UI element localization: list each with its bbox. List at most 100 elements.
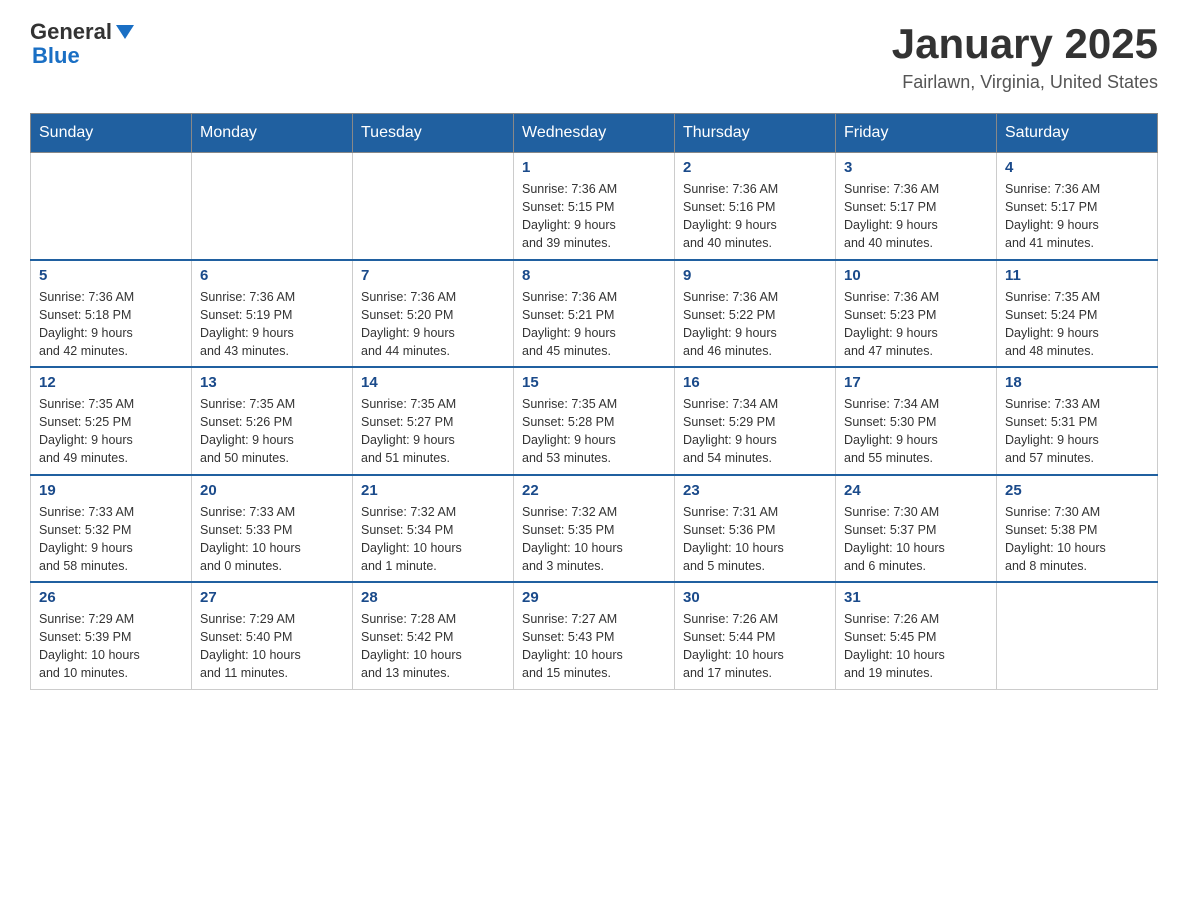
- day-number: 18: [1005, 374, 1149, 391]
- title-section: January 2025 Fairlawn, Virginia, United …: [892, 20, 1158, 93]
- calendar-cell: 2 Sunrise: 7:36 AM Sunset: 5:16 PM Daylig…: [675, 153, 836, 260]
- day-number: 3: [844, 159, 988, 176]
- day-number: 16: [683, 374, 827, 391]
- calendar-week-row: 5 Sunrise: 7:36 AM Sunset: 5:18 PM Daylig…: [31, 260, 1158, 368]
- calendar-cell: 14Sunrise: 7:35 AM Sunset: 5:27 PM Dayli…: [353, 367, 514, 475]
- day-info: Sunrise: 7:35 AM Sunset: 5:27 PM Dayligh…: [361, 395, 505, 468]
- day-number: 15: [522, 374, 666, 391]
- calendar-cell: 15 Sunrise: 7:35 AM Sunset: 5:28 PM Dayli…: [514, 367, 675, 475]
- day-number: 28: [361, 589, 505, 606]
- day-info: Sunrise: 7:29 AM Sunset: 5:39 PM Dayligh…: [39, 610, 183, 683]
- calendar-week-row: 19Sunrise: 7:33 AM Sunset: 5:32 PM Dayli…: [31, 475, 1158, 583]
- calendar-header-saturday: Saturday: [997, 114, 1158, 153]
- day-number: 2: [683, 159, 827, 176]
- calendar-week-row: 12 Sunrise: 7:35 AM Sunset: 5:25 PM Dayli…: [31, 367, 1158, 475]
- day-number: 11: [1005, 267, 1149, 284]
- calendar-cell: [192, 153, 353, 260]
- calendar-cell: 12 Sunrise: 7:35 AM Sunset: 5:25 PM Dayli…: [31, 367, 192, 475]
- day-info: Sunrise: 7:36 AM Sunset: 5:17 PM Dayligh…: [1005, 180, 1149, 253]
- day-number: 27: [200, 589, 344, 606]
- calendar-header-monday: Monday: [192, 114, 353, 153]
- day-info: Sunrise: 7:33 AM Sunset: 5:31 PM Dayligh…: [1005, 395, 1149, 468]
- day-info: Sunrise: 7:35 AM Sunset: 5:25 PM Dayligh…: [39, 395, 183, 468]
- day-info: Sunrise: 7:36 AM Sunset: 5:15 PM Dayligh…: [522, 180, 666, 253]
- calendar-cell: 17Sunrise: 7:34 AM Sunset: 5:30 PM Dayli…: [836, 367, 997, 475]
- calendar-cell: [353, 153, 514, 260]
- day-number: 21: [361, 482, 505, 499]
- day-number: 24: [844, 482, 988, 499]
- day-info: Sunrise: 7:36 AM Sunset: 5:17 PM Dayligh…: [844, 180, 988, 253]
- day-info: Sunrise: 7:28 AM Sunset: 5:42 PM Dayligh…: [361, 610, 505, 683]
- day-info: Sunrise: 7:36 AM Sunset: 5:21 PM Dayligh…: [522, 288, 666, 361]
- calendar-cell: 5 Sunrise: 7:36 AM Sunset: 5:18 PM Daylig…: [31, 260, 192, 368]
- day-info: Sunrise: 7:36 AM Sunset: 5:22 PM Dayligh…: [683, 288, 827, 361]
- calendar-cell: 3 Sunrise: 7:36 AM Sunset: 5:17 PM Daylig…: [836, 153, 997, 260]
- day-info: Sunrise: 7:26 AM Sunset: 5:45 PM Dayligh…: [844, 610, 988, 683]
- calendar-cell: 11Sunrise: 7:35 AM Sunset: 5:24 PM Dayli…: [997, 260, 1158, 368]
- calendar-cell: 23Sunrise: 7:31 AM Sunset: 5:36 PM Dayli…: [675, 475, 836, 583]
- calendar-header-tuesday: Tuesday: [353, 114, 514, 153]
- calendar-cell: [997, 582, 1158, 689]
- day-info: Sunrise: 7:35 AM Sunset: 5:28 PM Dayligh…: [522, 395, 666, 468]
- calendar-cell: 1 Sunrise: 7:36 AM Sunset: 5:15 PM Daylig…: [514, 153, 675, 260]
- day-number: 1: [522, 159, 666, 176]
- calendar-table: SundayMondayTuesdayWednesdayThursdayFrid…: [30, 113, 1158, 690]
- day-info: Sunrise: 7:35 AM Sunset: 5:26 PM Dayligh…: [200, 395, 344, 468]
- calendar-cell: 9 Sunrise: 7:36 AM Sunset: 5:22 PM Daylig…: [675, 260, 836, 368]
- calendar-header-friday: Friday: [836, 114, 997, 153]
- calendar-cell: 26 Sunrise: 7:29 AM Sunset: 5:39 PM Dayli…: [31, 582, 192, 689]
- calendar-cell: 16 Sunrise: 7:34 AM Sunset: 5:29 PM Dayli…: [675, 367, 836, 475]
- calendar-cell: 27 Sunrise: 7:29 AM Sunset: 5:40 PM Dayli…: [192, 582, 353, 689]
- day-info: Sunrise: 7:36 AM Sunset: 5:16 PM Dayligh…: [683, 180, 827, 253]
- day-info: Sunrise: 7:29 AM Sunset: 5:40 PM Dayligh…: [200, 610, 344, 683]
- day-number: 30: [683, 589, 827, 606]
- calendar-cell: 29 Sunrise: 7:27 AM Sunset: 5:43 PM Dayli…: [514, 582, 675, 689]
- calendar-header-row: SundayMondayTuesdayWednesdayThursdayFrid…: [31, 114, 1158, 153]
- day-info: Sunrise: 7:34 AM Sunset: 5:30 PM Dayligh…: [844, 395, 988, 468]
- calendar-cell: 24 Sunrise: 7:30 AM Sunset: 5:37 PM Dayli…: [836, 475, 997, 583]
- day-number: 12: [39, 374, 183, 391]
- day-info: Sunrise: 7:30 AM Sunset: 5:37 PM Dayligh…: [844, 503, 988, 576]
- day-info: Sunrise: 7:33 AM Sunset: 5:32 PM Dayligh…: [39, 503, 183, 576]
- day-info: Sunrise: 7:30 AM Sunset: 5:38 PM Dayligh…: [1005, 503, 1149, 576]
- day-info: Sunrise: 7:32 AM Sunset: 5:35 PM Dayligh…: [522, 503, 666, 576]
- day-number: 26: [39, 589, 183, 606]
- calendar-cell: 21 Sunrise: 7:32 AM Sunset: 5:34 PM Dayli…: [353, 475, 514, 583]
- day-number: 23: [683, 482, 827, 499]
- day-number: 31: [844, 589, 988, 606]
- calendar-week-row: 1 Sunrise: 7:36 AM Sunset: 5:15 PM Daylig…: [31, 153, 1158, 260]
- calendar-cell: 20Sunrise: 7:33 AM Sunset: 5:33 PM Dayli…: [192, 475, 353, 583]
- page-header: General Blue January 2025 Fairlawn, Virg…: [30, 20, 1158, 93]
- day-number: 29: [522, 589, 666, 606]
- calendar-cell: 4Sunrise: 7:36 AM Sunset: 5:17 PM Daylig…: [997, 153, 1158, 260]
- calendar-cell: [31, 153, 192, 260]
- logo: General Blue: [30, 20, 134, 68]
- day-number: 6: [200, 267, 344, 284]
- day-info: Sunrise: 7:32 AM Sunset: 5:34 PM Dayligh…: [361, 503, 505, 576]
- calendar-cell: 13 Sunrise: 7:35 AM Sunset: 5:26 PM Dayli…: [192, 367, 353, 475]
- day-info: Sunrise: 7:27 AM Sunset: 5:43 PM Dayligh…: [522, 610, 666, 683]
- day-number: 13: [200, 374, 344, 391]
- calendar-header-sunday: Sunday: [31, 114, 192, 153]
- day-number: 5: [39, 267, 183, 284]
- day-info: Sunrise: 7:36 AM Sunset: 5:19 PM Dayligh…: [200, 288, 344, 361]
- calendar-cell: 7Sunrise: 7:36 AM Sunset: 5:20 PM Daylig…: [353, 260, 514, 368]
- day-number: 7: [361, 267, 505, 284]
- logo-blue: Blue: [32, 43, 80, 68]
- calendar-cell: 28 Sunrise: 7:28 AM Sunset: 5:42 PM Dayli…: [353, 582, 514, 689]
- day-info: Sunrise: 7:36 AM Sunset: 5:18 PM Dayligh…: [39, 288, 183, 361]
- logo-general: General: [30, 20, 112, 44]
- day-info: Sunrise: 7:34 AM Sunset: 5:29 PM Dayligh…: [683, 395, 827, 468]
- day-number: 10: [844, 267, 988, 284]
- calendar-week-row: 26 Sunrise: 7:29 AM Sunset: 5:39 PM Dayli…: [31, 582, 1158, 689]
- calendar-cell: 31 Sunrise: 7:26 AM Sunset: 5:45 PM Dayli…: [836, 582, 997, 689]
- day-info: Sunrise: 7:26 AM Sunset: 5:44 PM Dayligh…: [683, 610, 827, 683]
- day-number: 9: [683, 267, 827, 284]
- calendar-cell: 25Sunrise: 7:30 AM Sunset: 5:38 PM Dayli…: [997, 475, 1158, 583]
- calendar-cell: 10Sunrise: 7:36 AM Sunset: 5:23 PM Dayli…: [836, 260, 997, 368]
- calendar-header-wednesday: Wednesday: [514, 114, 675, 153]
- calendar-cell: 19Sunrise: 7:33 AM Sunset: 5:32 PM Dayli…: [31, 475, 192, 583]
- month-title: January 2025: [892, 20, 1158, 68]
- location-title: Fairlawn, Virginia, United States: [892, 72, 1158, 93]
- calendar-cell: 18 Sunrise: 7:33 AM Sunset: 5:31 PM Dayli…: [997, 367, 1158, 475]
